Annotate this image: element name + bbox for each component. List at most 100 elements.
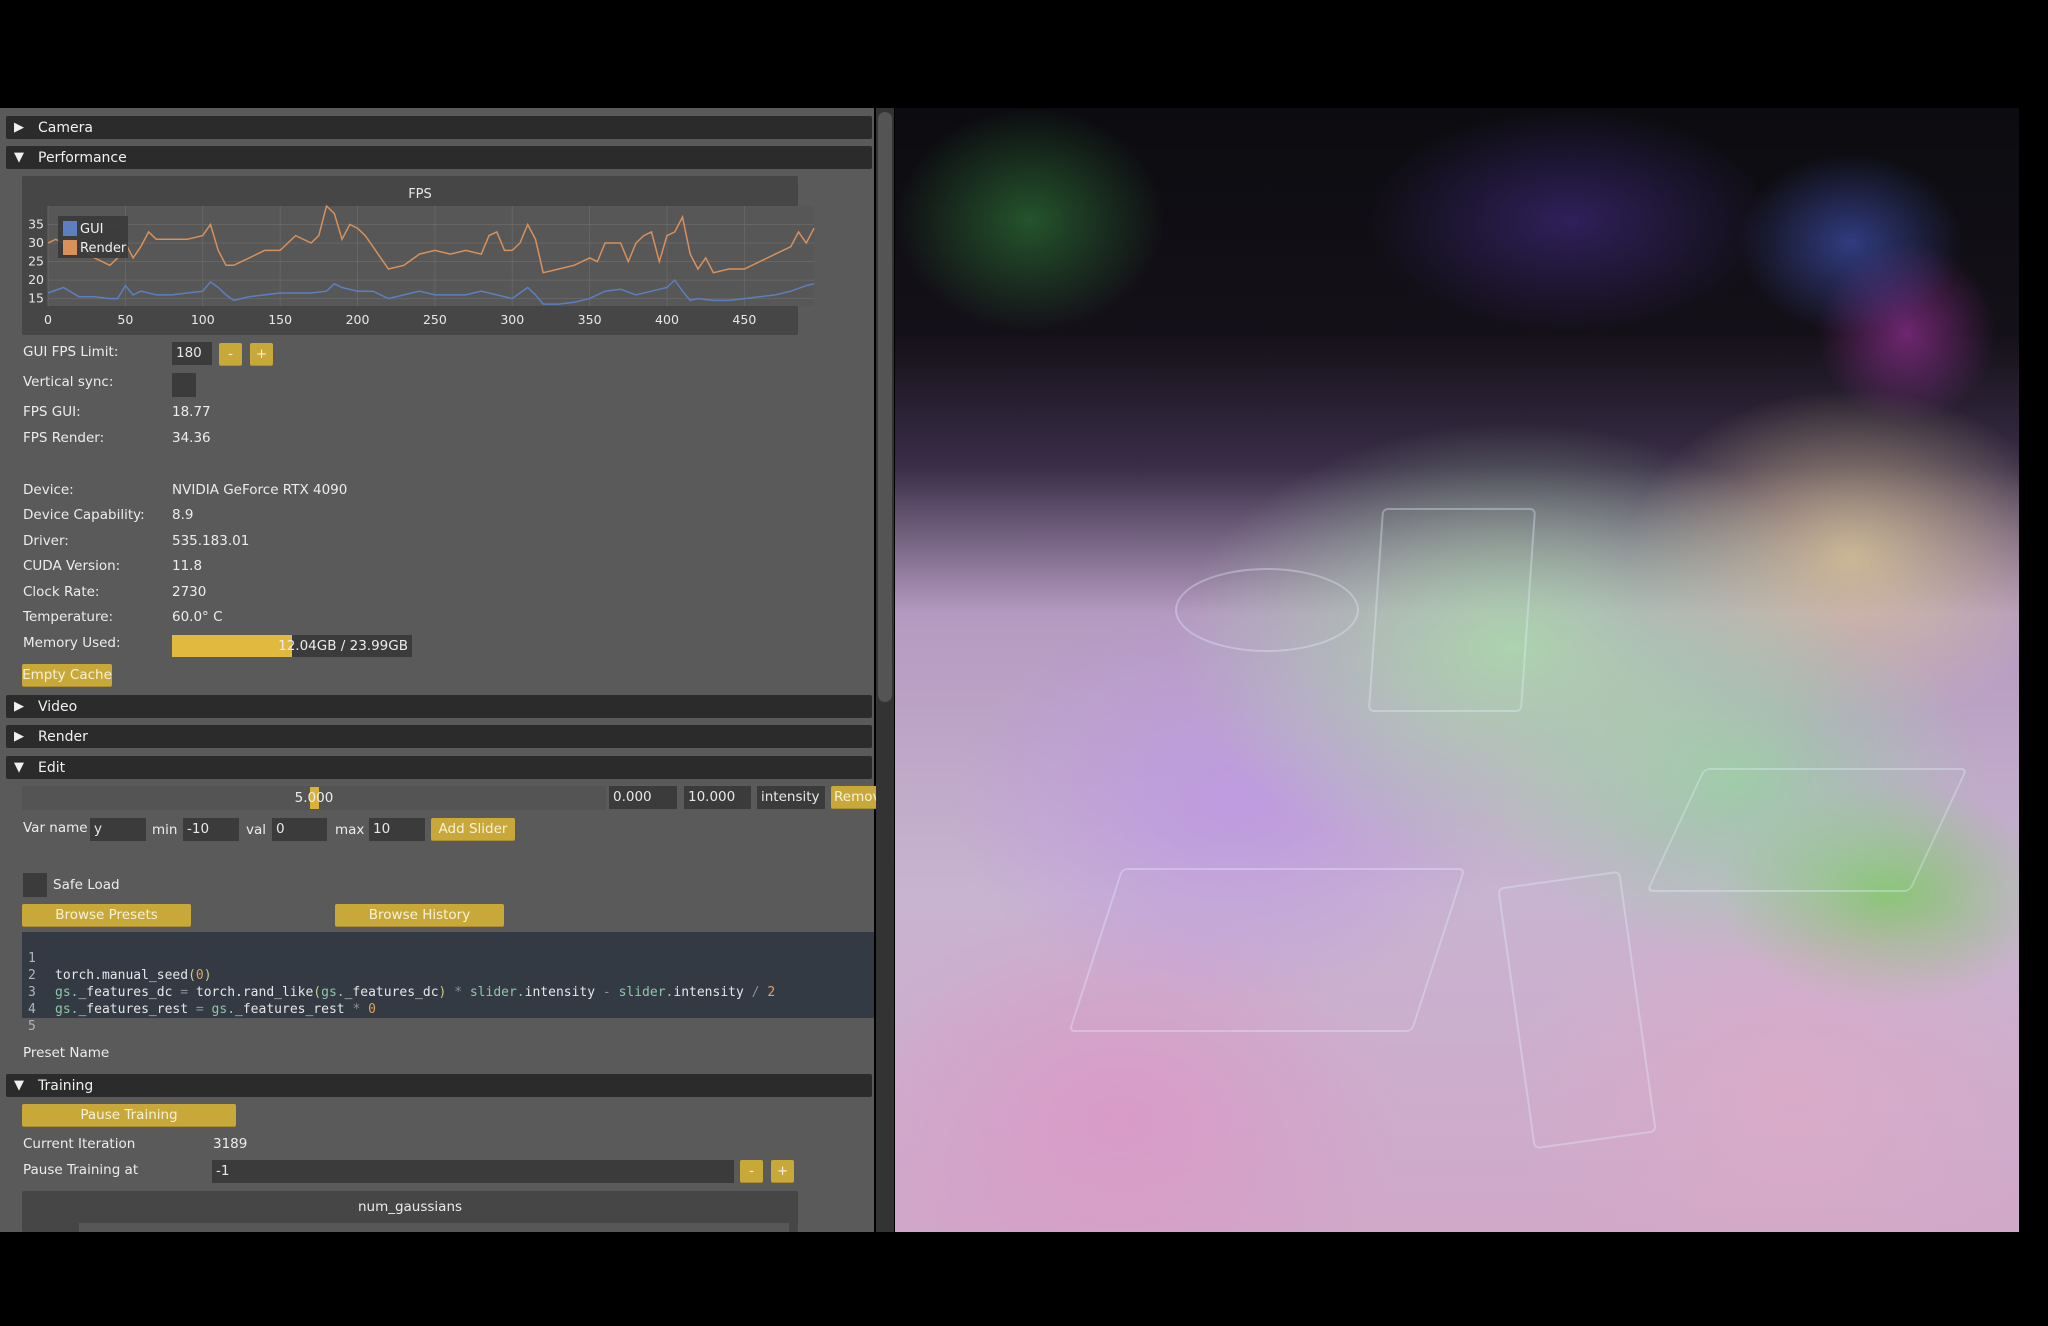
slider-max-input[interactable]: 10.000	[684, 786, 751, 809]
plot-area	[79, 1223, 789, 1232]
preset-name-label: Preset Name	[23, 1045, 110, 1061]
x-tick-label: 350	[578, 312, 602, 327]
pause-at-decrement-button[interactable]: -	[740, 1160, 763, 1183]
cuda-version-label: CUDA Version:	[23, 558, 121, 574]
current-iteration-value: 3189	[213, 1136, 248, 1152]
y-tick-label: 15	[28, 291, 44, 306]
var-name-label: Var name	[23, 820, 88, 836]
expand-arrow-icon: ▶	[14, 729, 24, 744]
legend-label-render: Render	[80, 241, 127, 256]
val-input[interactable]: 0	[272, 818, 327, 841]
clock-rate-label: Clock Rate:	[23, 584, 100, 600]
code-text: gs._features_dc = torch.rand_like(gs._fe…	[55, 985, 776, 1000]
x-tick-label: 200	[346, 312, 370, 327]
vsync-checkbox[interactable]	[172, 373, 196, 397]
rendered-glass-object	[1367, 508, 1537, 712]
num-gaussians-chart: num_gaussians	[22, 1191, 798, 1232]
chart-legend[interactable]: GUI Render	[58, 216, 128, 258]
rendered-tray-object	[1068, 868, 1466, 1032]
max-input[interactable]: 10	[369, 818, 425, 841]
rendered-board-object	[1646, 768, 1968, 892]
section-header-training[interactable]: ▼ Training	[6, 1074, 872, 1097]
code-text: gs._features_rest = gs._features_rest * …	[55, 1002, 376, 1017]
memory-used-label: Memory Used:	[23, 635, 121, 651]
line-number: 5	[28, 1019, 36, 1034]
code-line: 2 gs._features_dc = torch.rand_like(gs._…	[22, 950, 775, 1000]
safe-load-checkbox[interactable]	[23, 873, 47, 897]
y-tick-label: 20	[28, 272, 44, 287]
plot-area	[48, 206, 814, 306]
gui-fps-limit-input[interactable]: 180	[172, 342, 212, 365]
pause-training-at-label: Pause Training at	[23, 1162, 139, 1178]
fps-render-label: FPS Render:	[23, 430, 105, 446]
legend-swatch-gui	[63, 221, 77, 236]
x-tick-label: 250	[423, 312, 447, 327]
code-line: 3 gs._features_rest = gs._features_rest …	[22, 967, 376, 1017]
x-tick-label: 0	[44, 312, 52, 327]
var-name-input[interactable]: y	[90, 818, 146, 841]
section-header-performance[interactable]: ▼ Performance	[6, 146, 872, 169]
fps-render-value: 34.36	[172, 430, 211, 446]
expand-arrow-icon: ▶	[14, 699, 24, 714]
current-iteration-label: Current Iteration	[23, 1136, 136, 1152]
y-axis-ticks: 15 20 25 30 35	[28, 217, 44, 306]
render-viewport[interactable]	[895, 108, 2019, 1232]
device-capability-value: 8.9	[172, 507, 194, 523]
x-tick-label: 100	[191, 312, 215, 327]
chart-title: num_gaussians	[357, 1199, 463, 1215]
cuda-version-value: 11.8	[172, 558, 203, 574]
slider-name-input[interactable]: intensity	[757, 786, 825, 809]
min-input[interactable]: -10	[183, 818, 239, 841]
y-tick-label: 30	[28, 235, 44, 250]
remove-slider-button[interactable]: Remov	[831, 786, 876, 809]
section-header-video[interactable]: ▶ Video	[6, 695, 872, 718]
section-header-render[interactable]: ▶ Render	[6, 725, 872, 748]
gui-fps-limit-increment-button[interactable]: +	[250, 343, 273, 366]
section-title: Camera	[38, 119, 93, 136]
y-tick-label: 35	[28, 217, 44, 232]
y-tick-label: 25	[28, 254, 44, 269]
vsync-label: Vertical sync:	[23, 374, 114, 390]
x-tick-label: 400	[655, 312, 679, 327]
legend-label-gui: GUI	[80, 222, 103, 237]
add-slider-button[interactable]: Add Slider	[431, 818, 515, 841]
memory-progress-bar: 12.04GB / 23.99GB	[172, 635, 412, 657]
pause-training-at-input[interactable]: -1	[212, 1160, 734, 1183]
device-label: Device:	[23, 482, 74, 498]
clock-rate-value: 2730	[172, 584, 207, 600]
chart-title: FPS	[408, 187, 432, 202]
slider-value: 5.000	[294, 790, 334, 806]
slider-min-input[interactable]: 0.000	[609, 786, 677, 809]
code-text: torch.manual_seed(0)	[55, 968, 212, 983]
legend-swatch-render	[63, 240, 77, 255]
empty-cache-button[interactable]: Empty Cache	[22, 664, 112, 687]
code-line: 5	[22, 1001, 53, 1034]
section-title: Performance	[38, 149, 127, 166]
pause-at-increment-button[interactable]: +	[771, 1160, 794, 1183]
browse-presets-button[interactable]: Browse Presets	[22, 904, 191, 927]
section-header-camera[interactable]: ▶ Camera	[6, 116, 872, 139]
fps-gui-label: FPS GUI:	[23, 404, 81, 420]
browse-history-button[interactable]: Browse History	[335, 904, 504, 927]
expand-arrow-icon: ▶	[14, 120, 24, 135]
x-tick-label: 450	[732, 312, 756, 327]
section-title: Video	[38, 698, 78, 715]
val-label: val	[246, 822, 267, 838]
section-header-edit[interactable]: ▼ Edit	[6, 756, 872, 779]
intensity-slider[interactable]: 5.000	[22, 786, 606, 810]
fps-chart: FPS 0 50 100 150 200 250 300 350 400 450 15 20 25 30…	[28, 187, 815, 327]
driver-label: Driver:	[23, 533, 69, 549]
panel-scrollbar-thumb[interactable]	[878, 112, 892, 702]
collapse-arrow-icon: ▼	[14, 150, 24, 165]
gui-fps-limit-label: GUI FPS Limit:	[23, 344, 119, 360]
collapse-arrow-icon: ▼	[14, 1078, 24, 1093]
pause-training-button[interactable]: Pause Training	[22, 1104, 236, 1127]
device-value: NVIDIA GeForce RTX 4090	[172, 482, 348, 498]
fps-gui-value: 18.77	[172, 404, 211, 420]
code-editor[interactable]: 1 torch.manual_seed(0) 2 gs._features_dc…	[22, 932, 874, 1034]
gui-fps-limit-decrement-button[interactable]: -	[219, 343, 242, 366]
max-label: max	[335, 822, 365, 838]
memory-progress-text: 12.04GB / 23.99GB	[278, 638, 408, 654]
x-tick-label: 150	[268, 312, 292, 327]
code-line: 1 torch.manual_seed(0)	[22, 933, 212, 983]
